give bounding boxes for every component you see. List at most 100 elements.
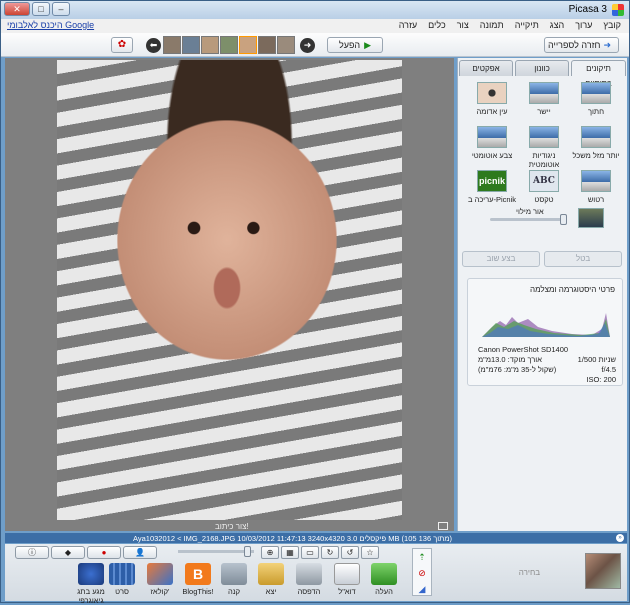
play-slideshow-button[interactable]: ▶הפעל (327, 37, 383, 53)
people-button[interactable]: 👤 (123, 546, 157, 559)
menu-edit[interactable]: ערוך (575, 20, 592, 30)
window-title: Picasa 3 (568, 4, 607, 15)
photo-viewer (5, 58, 454, 531)
next-photo-button[interactable]: ➜ (300, 38, 315, 53)
menu-tools[interactable]: כלים (428, 20, 446, 30)
grid-view-icon[interactable]: ▦ (281, 546, 299, 559)
tag-button[interactable]: ◆ (51, 546, 85, 559)
add-to-album-icon[interactable]: ◢ (413, 581, 431, 597)
caption-bar: צור כיתוב! (5, 522, 454, 531)
fill-light-slider[interactable] (490, 214, 567, 225)
menu-file[interactable]: קובץ (603, 20, 621, 30)
clear-tray-icon[interactable]: ⊘ (413, 565, 431, 581)
filmstrip-thumb[interactable] (182, 36, 200, 54)
upload-action[interactable]: העלה (365, 563, 403, 596)
envelope-icon (334, 563, 360, 585)
undo-button[interactable]: בטל (544, 251, 622, 267)
zoom-slider[interactable] (178, 546, 254, 557)
movie-action[interactable]: סרט (103, 563, 141, 596)
filmstrip-thumb[interactable] (258, 36, 276, 54)
tray-thumbnail[interactable] (585, 553, 621, 589)
arrow-right-icon: ➜ (603, 40, 612, 50)
redo-button[interactable]: בצע שוב (462, 251, 540, 267)
redeye-tool[interactable]: עין אדומה (466, 82, 518, 120)
folder-icon (258, 563, 284, 585)
auto-color-tool[interactable]: צבע אוטומטי (466, 126, 518, 164)
printer-icon (296, 563, 322, 585)
close-tray-icon[interactable]: » (616, 534, 624, 542)
menu-view[interactable]: הצג (550, 20, 564, 30)
focal-length: אורך מוקד: 13.0מ"מ (478, 355, 542, 364)
menu-items: קובץ ערוך הצג תיקייה תמונה צור כלים עזרה (399, 20, 621, 30)
filmstrip-thumb[interactable] (220, 36, 238, 54)
filmstrip-thumb[interactable] (201, 36, 219, 54)
filmstrip-thumb[interactable] (163, 36, 181, 54)
tab-effects[interactable]: אפקטים (459, 60, 513, 76)
single-view-icon[interactable]: ▭ (301, 546, 319, 559)
aperture: f/4.5 (601, 365, 616, 374)
retouch-tool[interactable]: רטוש (570, 170, 622, 208)
zoom-slider-handle[interactable] (244, 546, 251, 557)
picasa-window: ✕ □ – Picasa 3 קובץ ערוך הצג תיקייה תמונ… (0, 0, 630, 605)
crop-icon (581, 82, 611, 104)
caption-input[interactable]: צור כיתוב! (215, 522, 249, 531)
star-icon[interactable]: ☆ (361, 546, 379, 559)
text-tool[interactable]: ABC טקסט (518, 170, 570, 208)
iso: ISO: 200 (586, 375, 616, 384)
film-icon (109, 563, 135, 585)
pin-icon[interactable]: ⇡ (413, 549, 431, 565)
retouch-icon (581, 170, 611, 192)
feeling-lucky-tool[interactable]: יותר מזל משכל (570, 126, 622, 164)
print-action[interactable]: הדפסה (290, 563, 328, 596)
equiv-focal: (שקול ל-35 מ"מ: 76מ"מ) (478, 365, 557, 374)
close-button[interactable]: ✕ (4, 2, 30, 16)
info-button[interactable]: ⓘ (15, 546, 49, 559)
main-photo (57, 60, 402, 520)
histogram-panel: פרטי היסטוגרמה ומצלמה Canon PowerShot SD… (467, 278, 623, 386)
play-icon: ▶ (364, 40, 372, 50)
export-action[interactable]: יצא (252, 563, 290, 596)
filmstrip-thumb[interactable] (277, 36, 295, 54)
geotag-button[interactable]: ● (87, 546, 121, 559)
camera-info: Canon PowerShot SD1400 אורך מוקד: 13.0מ"… (478, 345, 616, 385)
camera-model: Canon PowerShot SD1400 (478, 345, 569, 354)
status-text: Aya1032012 < IMG_2168.JPG 10/03/2012 11:… (133, 534, 453, 543)
filmstrip-thumb-selected[interactable] (239, 36, 257, 54)
tray-side-buttons: ⇡ ⊘ ◢ (412, 548, 432, 596)
toolbar: ➜חזרה לספרייה ▶הפעל ➜ ⬅ ✿ (1, 33, 629, 57)
zoom-icon[interactable]: ⊕ (261, 546, 279, 559)
straighten-tool[interactable]: יישר (518, 82, 570, 120)
rotate-right-icon[interactable]: ↻ (321, 546, 339, 559)
cart-icon (221, 563, 247, 585)
menu-picture[interactable]: תמונה (480, 20, 504, 30)
shutter-label: שניות (598, 355, 616, 364)
tag-buttons: ⓘ ◆ ● 👤 (15, 546, 157, 559)
globe-icon (78, 563, 104, 585)
auto-contrast-tool[interactable]: ניגודיות אוטומטית (518, 126, 570, 169)
tab-tuning[interactable]: כוונון (515, 60, 569, 76)
edit-panel: תיקונים בסיסיים כוונון אפקטים חתוך יישר … (457, 58, 627, 531)
caption-toggle-icon[interactable] (438, 522, 448, 530)
google-signin-link[interactable]: היכנס לאלבומי Google (7, 20, 94, 30)
buy-action[interactable]: קנה (215, 563, 253, 596)
back-to-library-button[interactable]: ➜חזרה לספרייה (544, 37, 619, 53)
filmstrip (163, 36, 295, 54)
share-icon[interactable]: ✿ (111, 37, 133, 53)
fill-light-icon (578, 208, 604, 228)
fill-light-slider-handle[interactable] (560, 214, 567, 225)
menu-help[interactable]: עזרה (399, 20, 417, 30)
minimize-button[interactable]: – (52, 2, 70, 16)
email-action[interactable]: דוא"ל (328, 563, 366, 596)
previous-photo-button[interactable]: ⬅ (146, 38, 161, 53)
maximize-button[interactable]: □ (32, 2, 50, 16)
picnik-tool[interactable]: picnik עריכה ב-Picnik (466, 170, 518, 208)
rotate-left-icon[interactable]: ↺ (341, 546, 359, 559)
tab-basic-fixes[interactable]: תיקונים בסיסיים (571, 60, 626, 88)
menu-folder[interactable]: תיקייה (515, 20, 539, 30)
blogthis-action[interactable]: B BlogThis! (179, 563, 217, 596)
menu-create[interactable]: צור (457, 20, 469, 30)
menu-bar: קובץ ערוך הצג תיקייה תמונה צור כלים עזרה… (1, 19, 629, 33)
crop-tool[interactable]: חתוך (570, 82, 622, 120)
eye-icon (477, 82, 507, 104)
collage-action[interactable]: קולאז' (141, 563, 179, 596)
